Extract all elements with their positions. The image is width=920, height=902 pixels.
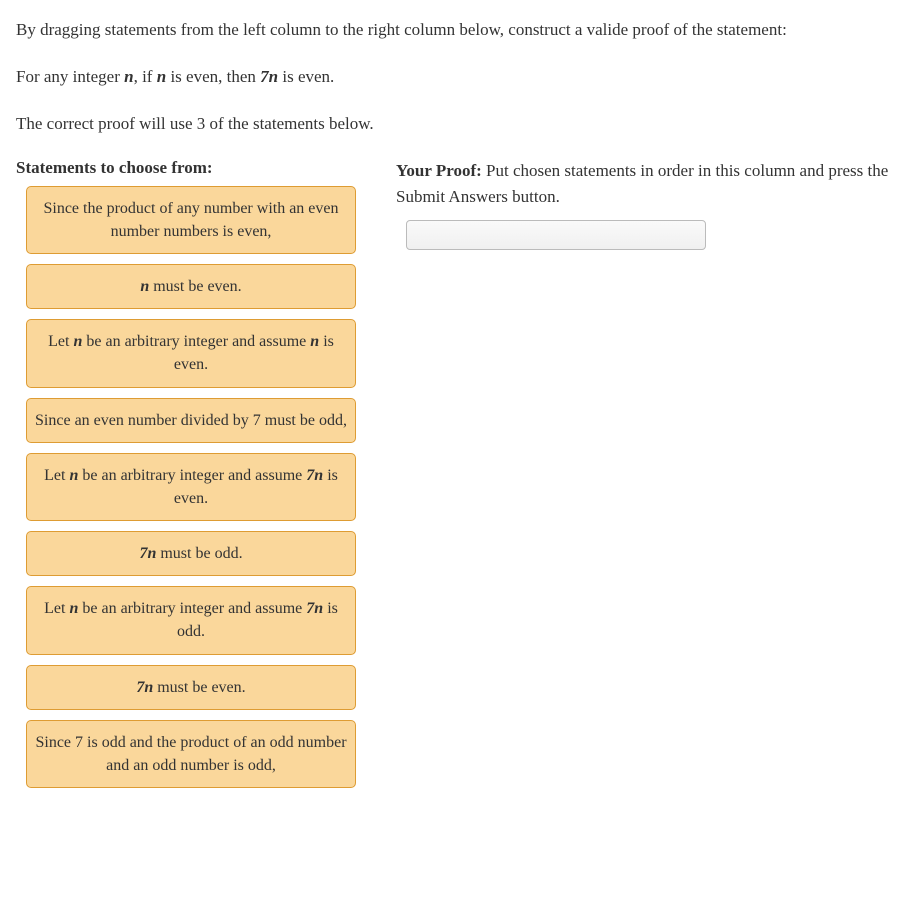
text-fragment: Since an even number divided by 7 must b… [35, 412, 347, 429]
text-fragment: , if [134, 67, 157, 86]
math-var: 7n [306, 600, 323, 617]
statement-item[interactable]: 7n must be odd. [26, 531, 356, 576]
math-var: n [157, 67, 166, 86]
proof-heading: Your Proof: Put chosen statements in ord… [396, 158, 904, 211]
statement-item[interactable]: 7n must be even. [26, 665, 356, 710]
statement-item[interactable]: Let n be an arbitrary integer and assume… [26, 453, 356, 521]
text-fragment: is even. [278, 67, 334, 86]
math-var: 7n [136, 679, 153, 696]
text-fragment: Let [48, 333, 73, 350]
instruction-paragraph-1: By dragging statements from the left col… [16, 16, 904, 43]
text-fragment: be an arbitrary integer and assume [82, 333, 310, 350]
statements-heading: Statements to choose from: [16, 158, 378, 178]
text-fragment: For any integer [16, 67, 124, 86]
statement-item[interactable]: Since 7 is odd and the product of an odd… [26, 720, 356, 788]
statements-column: Statements to choose from: Since the pro… [16, 158, 378, 789]
text-fragment: must be even. [153, 679, 245, 696]
instruction-paragraph-3: The correct proof will use 3 of the stat… [16, 110, 904, 137]
text-fragment: Since the product of any number with an … [43, 200, 338, 240]
two-column-layout: Statements to choose from: Since the pro… [16, 158, 904, 789]
text-fragment: must be even. [149, 278, 241, 295]
text-fragment: Since 7 is odd and the product of an odd… [35, 734, 346, 774]
statement-item[interactable]: n must be even. [26, 264, 356, 309]
text-fragment: Let [44, 467, 69, 484]
text-fragment: be an arbitrary integer and assume [78, 600, 306, 617]
instruction-paragraph-2: For any integer n, if n is even, then 7n… [16, 63, 904, 90]
statement-item[interactable]: Since the product of any number with an … [26, 186, 356, 254]
text-fragment: be an arbitrary integer and assume [78, 467, 306, 484]
math-var: n [310, 333, 319, 350]
math-var: 7n [139, 545, 156, 562]
proof-drop-zone[interactable] [406, 220, 706, 250]
text-fragment: must be odd. [156, 545, 242, 562]
text-fragment: is even, then [166, 67, 260, 86]
math-var: n [124, 67, 133, 86]
math-var: 7n [260, 67, 278, 86]
statement-item[interactable]: Let n be an arbitrary integer and assume… [26, 586, 356, 654]
math-var: 7n [306, 467, 323, 484]
statement-item[interactable]: Since an even number divided by 7 must b… [26, 398, 356, 443]
proof-heading-lead: Your Proof: [396, 161, 482, 180]
statement-item[interactable]: Let n be an arbitrary integer and assume… [26, 319, 356, 387]
text-fragment: Let [44, 600, 69, 617]
proof-column: Your Proof: Put chosen statements in ord… [396, 158, 904, 251]
math-var: n [140, 278, 149, 295]
statements-list: Since the product of any number with an … [16, 186, 378, 789]
